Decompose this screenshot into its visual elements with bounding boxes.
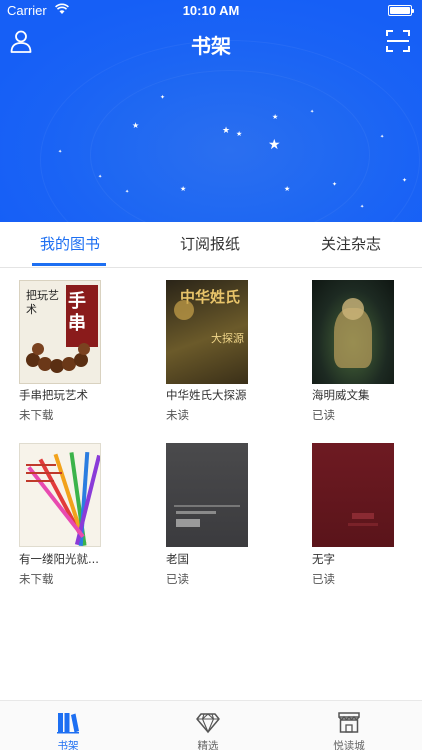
battery-icon bbox=[388, 5, 414, 16]
star-icon: ✦ bbox=[332, 181, 338, 188]
star-icon: ✦ bbox=[360, 204, 365, 210]
app-screen: ✦ ★ ★ ★ ★ ★ ★ ★ ✦ ✦ ✦ ✦ ✦ ✦ ✦ ✦ Carrier … bbox=[0, 0, 422, 750]
tab-newspapers[interactable]: 订阅报纸 bbox=[140, 222, 280, 268]
book-title: 有一缕阳光就... bbox=[19, 552, 99, 566]
star-icon: ★ bbox=[284, 185, 291, 193]
book-cover[interactable] bbox=[166, 443, 248, 547]
star-icon: ★ bbox=[132, 121, 140, 130]
book-title: 海明威文集 bbox=[312, 388, 370, 402]
book-cover[interactable]: 手串 把玩艺术 bbox=[19, 280, 101, 384]
book-status: 已读 bbox=[312, 572, 335, 586]
star-icon: ★ bbox=[272, 113, 279, 121]
segment-tabs: 我的图书 订阅报纸 关注杂志 bbox=[0, 222, 422, 268]
tabbar-bookshelf[interactable]: 书架 bbox=[28, 701, 108, 750]
bottom-tab-bar: 书架 精选 悦读城 bbox=[0, 700, 422, 750]
tabbar-store[interactable]: 悦读城 bbox=[309, 701, 389, 750]
status-bar: Carrier 10:10 AM bbox=[0, 0, 422, 22]
star-icon: ✦ bbox=[380, 134, 385, 140]
star-icon: ✦ bbox=[58, 149, 63, 155]
book-cover[interactable] bbox=[19, 443, 101, 547]
book-status: 未下载 bbox=[19, 408, 54, 422]
star-icon: ★ bbox=[180, 185, 187, 193]
diamond-icon bbox=[196, 713, 220, 734]
book-title: 老国 bbox=[166, 552, 189, 566]
book-status: 已读 bbox=[166, 572, 189, 586]
star-icon: ★ bbox=[268, 137, 281, 153]
bookshelf-icon bbox=[57, 713, 79, 734]
book-cover[interactable] bbox=[312, 280, 394, 384]
book-title: 中华姓氏大探源 bbox=[166, 388, 247, 402]
book-status: 未下载 bbox=[19, 572, 54, 586]
star-icon: ★ bbox=[236, 130, 243, 138]
book-status: 未读 bbox=[166, 408, 189, 422]
star-icon: ✦ bbox=[98, 174, 103, 180]
tabbar-label: 精选 bbox=[197, 740, 219, 750]
star-icon: ★ bbox=[222, 126, 231, 136]
status-time: 10:10 AM bbox=[182, 3, 240, 18]
book-cover[interactable] bbox=[312, 443, 394, 547]
star-icon: ✦ bbox=[125, 189, 130, 195]
book-title: 无字 bbox=[312, 552, 335, 566]
tab-indicator bbox=[32, 263, 106, 266]
star-icon: ✦ bbox=[402, 177, 408, 184]
star-icon: ✦ bbox=[160, 94, 166, 101]
tabbar-featured[interactable]: 精选 bbox=[168, 701, 248, 750]
tabbar-label: 书架 bbox=[57, 740, 79, 750]
star-icon: ✦ bbox=[310, 109, 315, 115]
tab-magazines[interactable]: 关注杂志 bbox=[280, 222, 422, 268]
store-icon bbox=[338, 712, 360, 733]
tab-my-books[interactable]: 我的图书 bbox=[0, 222, 140, 268]
page-title: 书架 bbox=[191, 34, 231, 58]
book-cover[interactable]: 中华姓氏 大探源 bbox=[166, 280, 248, 384]
book-title: 手串把玩艺术 bbox=[19, 388, 88, 402]
scan-icon[interactable] bbox=[386, 30, 410, 52]
tabbar-label: 悦读城 bbox=[333, 740, 365, 750]
book-status: 已读 bbox=[312, 408, 335, 422]
